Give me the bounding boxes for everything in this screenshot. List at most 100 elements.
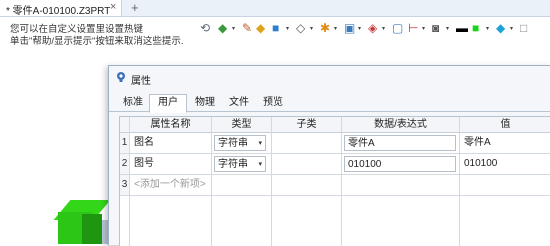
snap-tool[interactable]: ◈ ▾ <box>368 20 392 38</box>
brush-icon: ✎ <box>242 21 253 35</box>
empty-cell[interactable] <box>272 175 342 196</box>
chevron-down-icon[interactable]: ▾ <box>382 25 385 32</box>
properties-icon <box>117 72 125 82</box>
blank-swatch-tool[interactable]: □ <box>520 20 534 38</box>
add-tab-icon[interactable]: + <box>131 0 139 15</box>
view-toolbar: ⟲ ◆ ▾ ✎ ◆ ■ ▾ ◇ ▾ ✱ ▾ ▣ ▾ ◈ ▾ ▢ ⊢ ▾ ◙ ▾ ▬ ■ ▾ ◆ ▾ □ <box>200 20 550 38</box>
view-cube-tool[interactable]: ◙ ▾ <box>432 20 456 38</box>
color-swatch-icon: ■ <box>472 21 480 35</box>
document-tab-title: * 零件A-010100.Z3PRT <box>6 6 111 17</box>
cube-blue-tool[interactable]: ■ ▾ <box>272 20 296 38</box>
empty-cell[interactable] <box>212 175 272 196</box>
column-divider <box>271 196 272 246</box>
header-type[interactable]: 类型 <box>212 117 272 133</box>
subtype-cell[interactable] <box>272 133 342 154</box>
hint-line-2: 单击"帮助/显示提示"按钮来取消这些提示. <box>10 36 184 47</box>
dialog-tabs: 标准 用户 物理 文件 预览 <box>109 94 550 113</box>
attr-name-cell[interactable]: 图号 <box>130 154 212 175</box>
type-select[interactable]: 字符串 ▾ <box>214 135 266 151</box>
chevron-down-icon[interactable]: ▾ <box>510 25 513 32</box>
tab-1[interactable]: 用户 <box>149 94 187 113</box>
orange-cube-tool[interactable]: ✱ ▾ <box>320 20 344 38</box>
orange-cube-icon: ✱ <box>320 21 331 35</box>
value-cell: 010100 <box>460 154 550 175</box>
dimension-icon: ⊢ <box>408 21 419 35</box>
tab-2[interactable]: 物理 <box>191 95 219 111</box>
type-cell[interactable]: 字符串 ▾ <box>212 133 272 154</box>
attr-name-text: 图号 <box>134 158 154 169</box>
blank-swatch-icon: □ <box>520 21 528 35</box>
expression-input[interactable]: 010100 <box>344 156 456 172</box>
header-expression[interactable]: 数据/表达式 <box>342 117 460 133</box>
frame-icon: ▢ <box>392 21 404 35</box>
line-style-tool[interactable]: ▬ <box>456 20 472 38</box>
row-number: 2 <box>120 154 130 175</box>
chevron-down-icon[interactable]: ▾ <box>258 157 262 172</box>
attr-name-text: 图名 <box>134 137 154 148</box>
chevron-down-icon[interactable]: ▾ <box>334 25 337 32</box>
tab-4[interactable]: 预览 <box>259 95 287 111</box>
attr-name-cell[interactable]: 图名 <box>130 133 212 154</box>
solid-shading-tool[interactable]: ◆ <box>256 20 272 38</box>
table-empty-area <box>120 196 550 246</box>
column-divider <box>211 196 212 246</box>
expression-cell[interactable]: 零件Af <box>342 133 460 154</box>
sky-icon: ◆ <box>496 21 506 35</box>
green-solid-side <box>82 214 102 244</box>
paint-bucket-tool[interactable]: ◆ ▾ <box>218 20 242 38</box>
view-cube-icon: ◙ <box>432 21 440 35</box>
column-divider <box>459 196 460 246</box>
tab-3[interactable]: 文件 <box>225 95 253 111</box>
type-select[interactable]: 字符串 ▾ <box>214 156 266 172</box>
header-attr-name[interactable]: 属性名称 <box>130 117 212 133</box>
empty-cell[interactable] <box>342 175 460 196</box>
header-value[interactable]: 值 <box>460 117 550 133</box>
frame-tool[interactable]: ▢ <box>392 20 408 38</box>
chevron-down-icon[interactable]: ▾ <box>422 25 425 32</box>
subtype-cell[interactable] <box>272 154 342 175</box>
value-cell: 零件A <box>460 133 550 154</box>
image-icon: ▣ <box>344 21 356 35</box>
solid-shading-icon: ◆ <box>256 21 266 35</box>
value-text: 零件A <box>464 137 491 148</box>
column-divider <box>341 196 342 246</box>
wireframe-cube-icon: ◇ <box>296 21 306 35</box>
empty-cell[interactable] <box>460 175 550 196</box>
sky-tool[interactable]: ◆ ▾ <box>496 20 520 38</box>
column-divider <box>129 196 130 246</box>
dimension-tool[interactable]: ⊢ ▾ <box>408 20 432 38</box>
chevron-down-icon[interactable]: ▾ <box>286 25 289 32</box>
tab-0[interactable]: 标准 <box>121 95 145 111</box>
add-new-item-cell[interactable]: <添加一个新项> <box>130 175 212 196</box>
properties-dialog: 属性 标准用户物理文件预览 属性名称类型子类数据/表达式值 1 图名 字符串 ▾ 零件Af… <box>108 65 550 246</box>
header-subtype[interactable]: 子类 <box>272 117 342 133</box>
type-value: 字符串 <box>218 138 248 149</box>
snap-icon: ◈ <box>368 21 378 35</box>
chevron-down-icon[interactable]: ▾ <box>446 25 449 32</box>
close-icon[interactable]: × <box>110 1 116 13</box>
paint-bucket-icon: ◆ <box>218 21 228 35</box>
header-corner <box>120 117 130 133</box>
row-number: 3 <box>120 175 130 196</box>
cube-blue-icon: ■ <box>272 21 280 35</box>
dialog-title: 属性 <box>131 76 151 87</box>
chevron-down-icon[interactable]: ▾ <box>258 136 262 151</box>
chevron-down-icon[interactable]: ▾ <box>358 25 361 32</box>
document-tab-bar: * 零件A-010100.Z3PRT × + <box>0 0 550 17</box>
brush-tool[interactable]: ✎ <box>242 20 256 38</box>
image-tool[interactable]: ▣ ▾ <box>344 20 368 38</box>
row-number: 1 <box>120 133 130 154</box>
chevron-down-icon[interactable]: ▾ <box>232 25 235 32</box>
undo-tool[interactable]: ⟲ <box>200 20 218 38</box>
color-swatch-tool[interactable]: ■ ▾ <box>472 20 496 38</box>
chevron-down-icon[interactable]: ▾ <box>486 25 489 32</box>
expression-input[interactable]: 零件A <box>344 135 456 151</box>
expression-cell[interactable]: 010100f <box>342 154 460 175</box>
wireframe-cube-tool[interactable]: ◇ ▾ <box>296 20 320 38</box>
properties-table: 属性名称类型子类数据/表达式值1图名字符串▾零件Af零件A2图号字符串▾0101… <box>119 116 550 246</box>
expression-text: 零件A <box>348 138 375 149</box>
undo-icon: ⟲ <box>200 21 211 35</box>
document-tab[interactable]: * 零件A-010100.Z3PRT × <box>0 0 122 17</box>
chevron-down-icon[interactable]: ▾ <box>310 25 313 32</box>
type-cell[interactable]: 字符串 ▾ <box>212 154 272 175</box>
